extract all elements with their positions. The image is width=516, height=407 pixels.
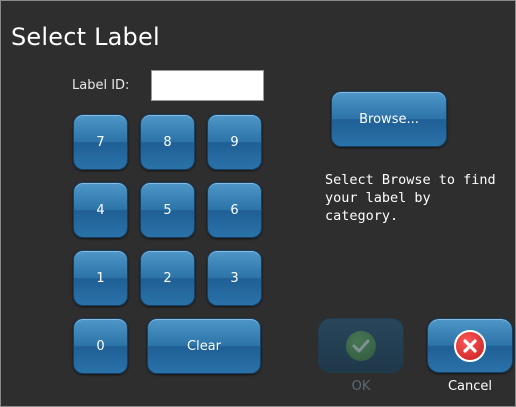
clear-button[interactable]: Clear — [147, 318, 261, 374]
ok-button[interactable] — [318, 318, 404, 373]
key-0[interactable]: 0 — [73, 318, 128, 374]
key-9[interactable]: 9 — [207, 114, 262, 170]
browse-button[interactable]: Browse... — [331, 91, 447, 147]
key-2[interactable]: 2 — [140, 250, 195, 306]
label-id-label: Label ID: — [72, 78, 130, 93]
key-4[interactable]: 4 — [73, 182, 128, 238]
cancel-button-label: Cancel — [447, 379, 493, 394]
x-icon — [454, 329, 486, 362]
key-1[interactable]: 1 — [73, 250, 128, 306]
ok-button-label: OK — [351, 379, 371, 394]
key-7[interactable]: 7 — [73, 114, 128, 170]
cancel-button[interactable] — [427, 318, 513, 373]
key-5[interactable]: 5 — [140, 182, 195, 238]
label-id-input[interactable] — [151, 70, 264, 101]
select-label-dialog: Select Label Label ID: 7 8 9 4 5 6 1 2 3… — [0, 0, 516, 407]
key-8[interactable]: 8 — [140, 114, 195, 170]
checkmark-icon — [346, 330, 376, 361]
page-title: Select Label — [11, 23, 160, 51]
browse-help-text: Select Browse to find your label by cate… — [325, 172, 496, 224]
key-3[interactable]: 3 — [207, 250, 262, 306]
key-6[interactable]: 6 — [207, 182, 262, 238]
